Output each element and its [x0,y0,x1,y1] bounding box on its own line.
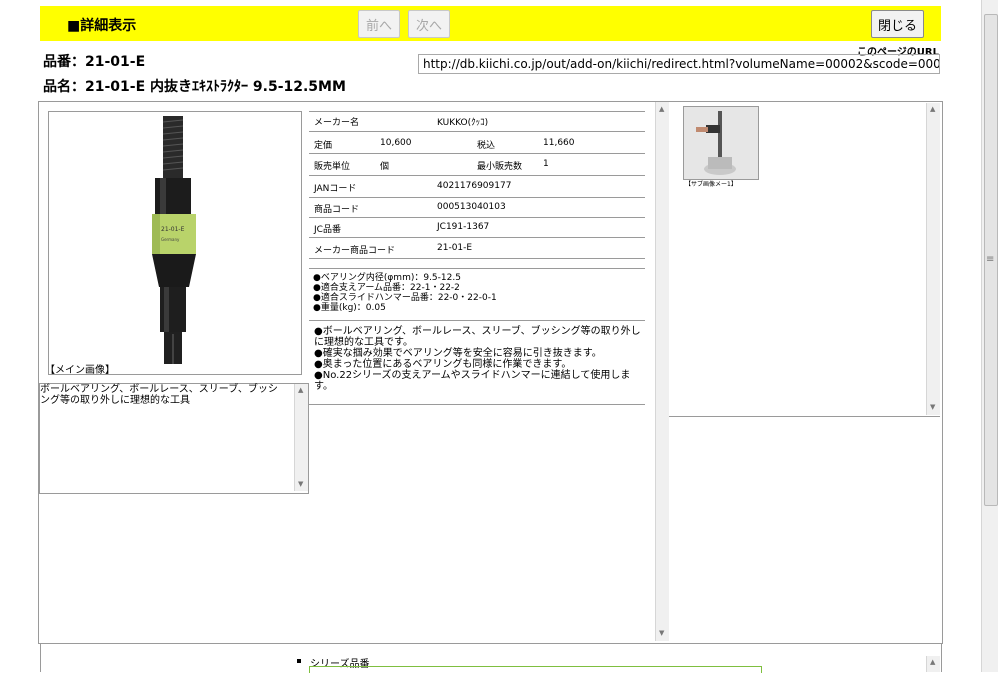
table-divider [309,237,645,238]
table-divider [309,131,645,132]
part-number: 品番：21-01-E [43,54,146,70]
short-description: ボールベアリング、ボールレース、スリーブ、ブッシング等の取り外しに理想的な工具 [40,384,278,406]
series-scrollbar[interactable]: ▲ [926,656,940,672]
svg-text:Germany: Germany [161,237,180,242]
feature-list: ●ベアリング内径(φmm)：9.5-12.5 ●適合支えアーム品番：22-1・2… [313,273,497,313]
maker-label: メーカー名 [314,118,360,128]
maker-code-value: 21-01-E [437,243,473,253]
close-button[interactable]: 閉じる [871,10,924,38]
sub-image[interactable] [683,106,759,180]
next-button[interactable]: 次へ [408,10,450,38]
table-divider [309,217,645,218]
product-code-value: 000513040103 [437,202,506,212]
long-description: ●ボールベアリング、ボールレース、スリーブ、ブッシング等の取り外しに理想的な工具… [314,326,641,392]
main-image: 21-01-E Germany [48,111,302,375]
part-name: 品名：21-01-E 内抜きｴｷｽﾄﾗｸﾀｰ 9.5-12.5MM [43,79,346,95]
scroll-down-icon[interactable]: ▼ [659,629,664,637]
page-url-field[interactable]: http://db.kiichi.co.jp/out/add-on/kiichi… [418,54,940,74]
table-divider [309,404,645,405]
table-divider [309,175,645,176]
scroll-up-icon[interactable]: ▲ [930,658,935,666]
page-title: ■詳細表示 [67,18,137,34]
prev-button[interactable]: 前へ [358,10,400,38]
table-divider [309,111,645,112]
header-bar [40,6,941,41]
feature-item: ●ベアリング内径(φmm)：9.5-12.5 [313,273,461,283]
price-value: 10,600 [380,138,412,148]
scroll-grip-icon: ≡ [986,254,995,265]
table-divider [309,258,645,259]
scroll-up-icon[interactable]: ▲ [298,386,303,394]
tax-included-value: 11,660 [543,138,575,148]
table-divider [309,197,645,198]
scroll-up-icon[interactable]: ▲ [930,105,935,113]
bullet-icon [297,659,301,663]
sub-image-photo [684,107,758,179]
min-quantity-label: 最小販売数 [477,162,523,172]
window-scrollbar[interactable]: ≡ [981,0,998,672]
product-code-label: 商品コード [314,205,360,215]
feature-item: ●適合支えアーム品番：22-1・22-2 [313,283,460,293]
jan-label: JANコード [314,184,357,194]
table-divider [309,153,645,154]
jc-label: JC品番 [314,225,341,235]
description-scrollbar[interactable]: ▲ ▼ [294,384,308,491]
min-quantity-value: 1 [543,159,549,169]
svg-text:21-01-E: 21-01-E [161,226,185,233]
price-label: 定価 [314,141,333,151]
sub-image-scrollbar[interactable]: ▲ ▼ [926,103,940,415]
extractor-tool-image: 21-01-E Germany [152,116,196,364]
table-divider [309,268,645,269]
sales-unit-value: 個 [380,162,390,172]
tax-included-label: 税込 [477,141,496,151]
scroll-down-icon[interactable]: ▼ [930,403,935,411]
scroll-down-icon[interactable]: ▼ [298,480,303,488]
maker-value: KUKKO(ｸｯｺ) [437,118,489,128]
maker-code-label: メーカー商品コード [314,246,396,256]
jan-value: 4021176909177 [437,181,512,191]
feature-item: ●適合スライドハンマー品番：22-0・22-0-1 [313,293,497,303]
jc-value: JC191-1367 [437,222,490,232]
table-divider [309,320,645,321]
sub-image-caption: 【サブ画像メー1】 [685,181,737,188]
scroll-up-icon[interactable]: ▲ [659,105,664,113]
feature-item: ●重量(kg)：0.05 [313,303,386,313]
middle-scrollbar[interactable]: ▲ ▼ [655,102,669,641]
image-caption: 【メイン画像】 [45,365,115,376]
sales-unit-label: 販売単位 [314,162,351,172]
